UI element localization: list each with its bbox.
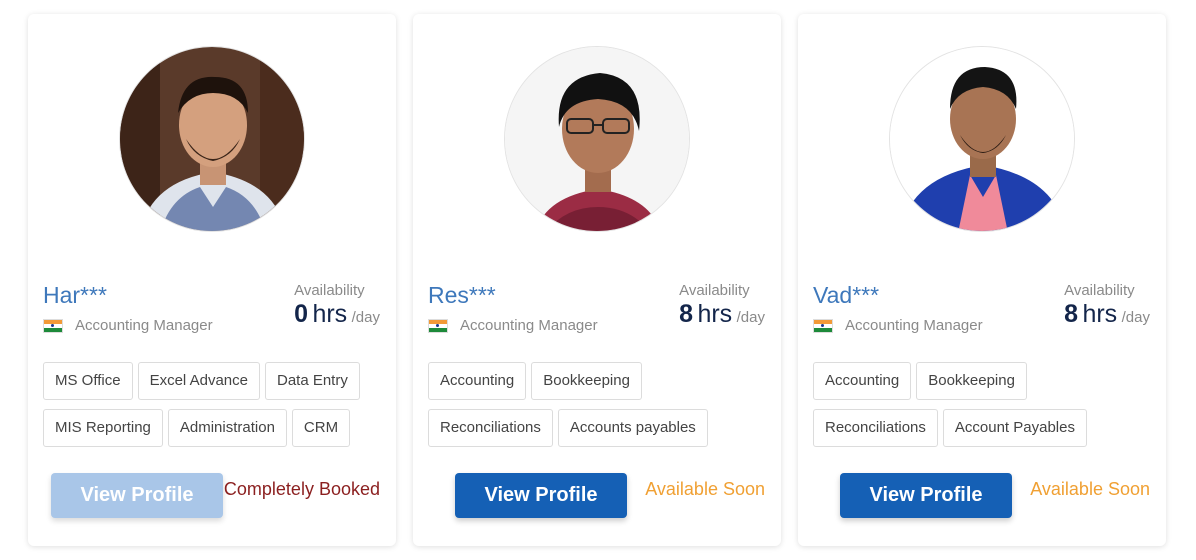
hours-value: 8 (679, 300, 693, 328)
skill-tag: MS Office (43, 362, 133, 400)
availability: Availability 0 hrs /day (294, 282, 380, 329)
candidate-name: Vad*** (813, 282, 880, 308)
skill-tag: Excel Advance (137, 362, 260, 400)
skill-tag: Accounting (813, 362, 912, 400)
per-day-label: /day (351, 309, 380, 326)
candidate-name: Har*** (43, 282, 107, 308)
india-flag-icon (428, 318, 448, 333)
skill-tag: Administration (167, 409, 287, 447)
view-profile-button[interactable]: View Profile (840, 473, 1012, 518)
skill-tag: Accounting (428, 362, 527, 400)
skill-tag: Reconciliations (428, 409, 553, 447)
skill-tags: MS Office Excel Advance Data Entry MIS R… (43, 362, 388, 456)
hours-value: 0 (294, 300, 308, 328)
role-row: Accounting Manager (43, 317, 213, 334)
availability-label: Availability (1064, 282, 1135, 299)
skill-tag: Bookkeeping (916, 362, 1027, 400)
india-flag-icon (43, 318, 63, 333)
availability: Availability 8 hrs /day (1064, 282, 1150, 329)
candidate-role: Accounting Manager (460, 317, 598, 334)
availability-label: Availability (679, 282, 750, 299)
availability: Availability 8 hrs /day (679, 282, 765, 329)
skill-tag: MIS Reporting (43, 409, 163, 447)
hours-unit: hrs (697, 300, 733, 328)
candidate-name: Res*** (428, 282, 496, 308)
candidate-card: Har*** Accounting Manager Availability 0… (28, 14, 396, 546)
candidate-card: Vad*** Accounting Manager Availability 8… (798, 14, 1166, 546)
hours-value: 8 (1064, 300, 1078, 328)
role-row: Accounting Manager (428, 317, 598, 334)
skill-tag: Data Entry (264, 362, 360, 400)
candidate-role: Accounting Manager (845, 317, 983, 334)
skill-tags: Accounting Bookkeeping Reconciliations A… (813, 362, 1158, 456)
skill-tag: Reconciliations (813, 409, 938, 447)
role-row: Accounting Manager (813, 317, 983, 334)
candidate-role: Accounting Manager (75, 317, 213, 334)
availability-label: Availability (294, 282, 365, 299)
skill-tag: CRM (291, 409, 351, 447)
skill-tag: Accounts payables (557, 409, 708, 447)
booking-status: Completely Booked (223, 479, 380, 499)
view-profile-button[interactable]: View Profile (455, 473, 627, 518)
india-flag-icon (813, 318, 833, 333)
availability-status: Available Soon (1030, 479, 1150, 499)
skill-tags: Accounting Bookkeeping Reconciliations A… (428, 362, 773, 456)
skill-tag: Bookkeeping (531, 362, 642, 400)
candidate-card: Res*** Accounting Manager Availability 8… (413, 14, 781, 546)
availability-status: Available Soon (645, 479, 765, 499)
hours-unit: hrs (1082, 300, 1118, 328)
hours-unit: hrs (312, 300, 348, 328)
avatar (119, 46, 305, 232)
skill-tag: Account Payables (942, 409, 1087, 447)
per-day-label: /day (1121, 309, 1150, 326)
avatar (889, 46, 1075, 232)
avatar (504, 46, 690, 232)
per-day-label: /day (736, 309, 765, 326)
view-profile-button[interactable]: View Profile (51, 473, 223, 518)
